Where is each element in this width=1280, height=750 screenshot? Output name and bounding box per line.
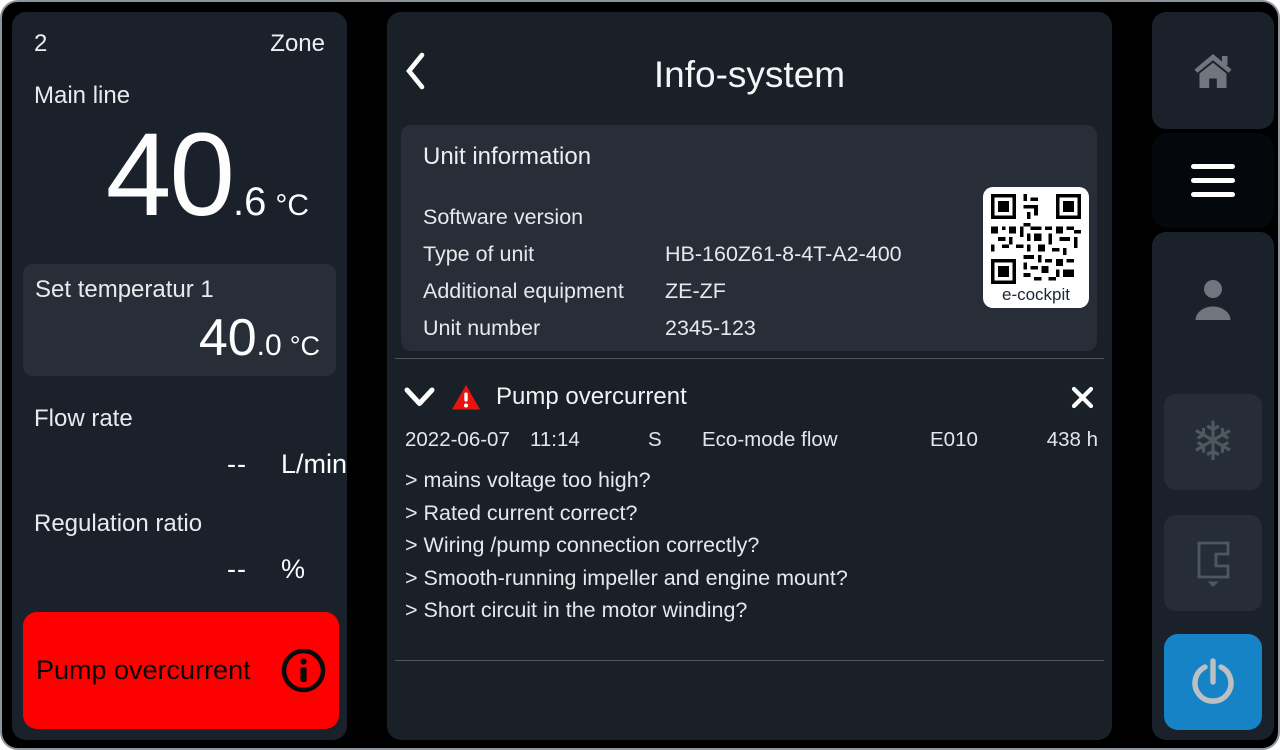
menu-icon-bar xyxy=(1191,178,1235,183)
row-label: Additional equipment xyxy=(423,273,665,310)
menu-icon-bar xyxy=(1191,192,1235,197)
unit-info-row: Additional equipmentZE-ZF xyxy=(423,273,1075,310)
home-button[interactable] xyxy=(1152,12,1274,129)
menu-button-active[interactable] xyxy=(1152,133,1274,228)
zone-number: 2 xyxy=(34,30,47,58)
row-value: HB-160Z61-8-4T-A2-400 xyxy=(665,242,902,266)
set-temperature-value: 40.0 °C xyxy=(199,312,320,364)
flow-rate-unit: L/min xyxy=(281,449,347,480)
menu-icon xyxy=(1191,164,1235,169)
section-divider xyxy=(395,358,1104,359)
close-icon xyxy=(1069,384,1096,411)
flow-rate-value: -- xyxy=(12,449,247,480)
qr-code-icon xyxy=(991,194,1081,284)
unit-info-row: Software version xyxy=(423,199,1075,236)
set-temperature-card[interactable]: Set temperatur 1 40.0 °C xyxy=(23,264,336,376)
hmi-screen: 2 Zone Main line 40.6°C Set temperatur 1… xyxy=(0,0,1280,750)
chevron-down-icon xyxy=(403,386,436,409)
row-label: Type of unit xyxy=(423,236,665,273)
unit-info-row: Unit number2345-123 xyxy=(423,310,1075,347)
alarm-hint: > Smooth-running impeller and engine mou… xyxy=(405,562,848,595)
regulation-ratio-row: -- % xyxy=(12,554,305,585)
power-button[interactable] xyxy=(1164,634,1262,730)
alarm-state: S xyxy=(648,428,702,452)
alarm-operating-hours: 438 h xyxy=(1026,428,1098,452)
power-icon xyxy=(1188,658,1238,706)
alarm-date: 2022-06-07 xyxy=(405,428,530,452)
set-temp-unit: °C xyxy=(290,331,320,361)
zone-panel: 2 Zone Main line 40.6°C Set temperatur 1… xyxy=(12,12,347,740)
warning-icon xyxy=(451,384,481,411)
row-value: ZE-ZF xyxy=(665,279,726,303)
regulation-ratio-value: -- xyxy=(12,554,247,585)
pump-overcurrent-alert-button[interactable]: Pump overcurrent xyxy=(23,612,339,729)
info-system-panel: Info-system Unit information Software ve… xyxy=(387,12,1112,740)
row-label: Software version xyxy=(423,199,665,236)
alarm-hint: > Short circuit in the motor winding? xyxy=(405,594,848,627)
row-label: Unit number xyxy=(423,310,665,347)
alarm-hint: > Wiring /pump connection correctly? xyxy=(405,529,848,562)
close-alarm-button[interactable] xyxy=(1069,384,1096,411)
user-icon xyxy=(1190,276,1236,324)
zone-select-button[interactable] xyxy=(1164,515,1262,611)
unit-information-card: Unit information Software version Type o… xyxy=(401,125,1097,351)
row-value: 2345-123 xyxy=(665,316,756,340)
regulation-ratio-label: Regulation ratio xyxy=(34,510,202,538)
alarm-code: E010 xyxy=(930,428,1026,452)
cooling-button[interactable]: ❄ xyxy=(1164,394,1262,490)
section-divider xyxy=(395,660,1104,661)
main-temperature-display: 40.6°C xyxy=(22,116,309,234)
set-temperature-label: Set temperatur 1 xyxy=(35,276,214,304)
alarm-title: Pump overcurrent xyxy=(496,383,687,411)
e-cockpit-qr-code: e-cockpit xyxy=(983,187,1089,308)
main-temp-unit: °C xyxy=(275,189,309,222)
alarm-hints-list: > mains voltage too high? > Rated curren… xyxy=(405,464,848,627)
alarm-mode: Eco-mode flow xyxy=(702,428,930,452)
alarm-meta-row: 2022-06-07 11:14 S Eco-mode flow E010 43… xyxy=(405,428,1098,452)
collapse-alarm-button[interactable] xyxy=(403,386,436,409)
alarm-hint: > Rated current correct? xyxy=(405,497,848,530)
unit-info-row: Type of unitHB-160Z61-8-4T-A2-400 xyxy=(423,236,1075,273)
user-button[interactable] xyxy=(1152,276,1274,324)
alarm-time: 11:14 xyxy=(530,428,648,452)
qr-code-label: e-cockpit xyxy=(983,285,1089,305)
zone-header: 2 Zone xyxy=(34,30,325,58)
flow-rate-row: -- L/min xyxy=(12,449,347,480)
alert-button-label: Pump overcurrent xyxy=(36,655,251,686)
regulation-ratio-unit: % xyxy=(281,554,305,585)
set-temp-integer: 40 xyxy=(199,309,257,367)
sidebar-group: ❄ xyxy=(1152,232,1274,740)
alarm-hint: > mains voltage too high? xyxy=(405,464,848,497)
set-temp-decimal: .0 xyxy=(257,329,282,362)
zone-label: Zone xyxy=(270,30,325,58)
info-icon xyxy=(280,647,327,694)
unit-information-title: Unit information xyxy=(423,143,1075,171)
snowflake-icon: ❄ xyxy=(1190,415,1235,469)
home-icon xyxy=(1192,52,1234,90)
flow-rate-label: Flow rate xyxy=(34,405,133,433)
main-temp-integer: 40 xyxy=(106,109,233,241)
zone-layout-icon xyxy=(1190,538,1236,588)
alarm-entry-header: Pump overcurrent xyxy=(403,376,1096,418)
main-temp-decimal: .6 xyxy=(233,180,266,224)
main-line-label: Main line xyxy=(34,82,130,110)
page-title: Info-system xyxy=(387,54,1112,96)
